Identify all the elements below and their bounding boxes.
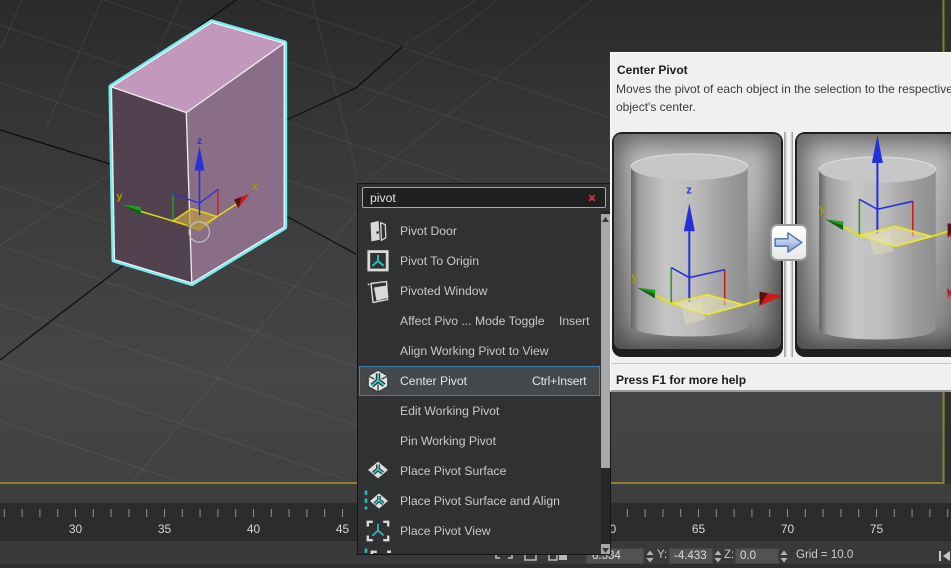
svg-text:y: y (117, 191, 123, 203)
svg-text:x: x (252, 181, 258, 193)
svg-text:z: z (197, 135, 202, 147)
